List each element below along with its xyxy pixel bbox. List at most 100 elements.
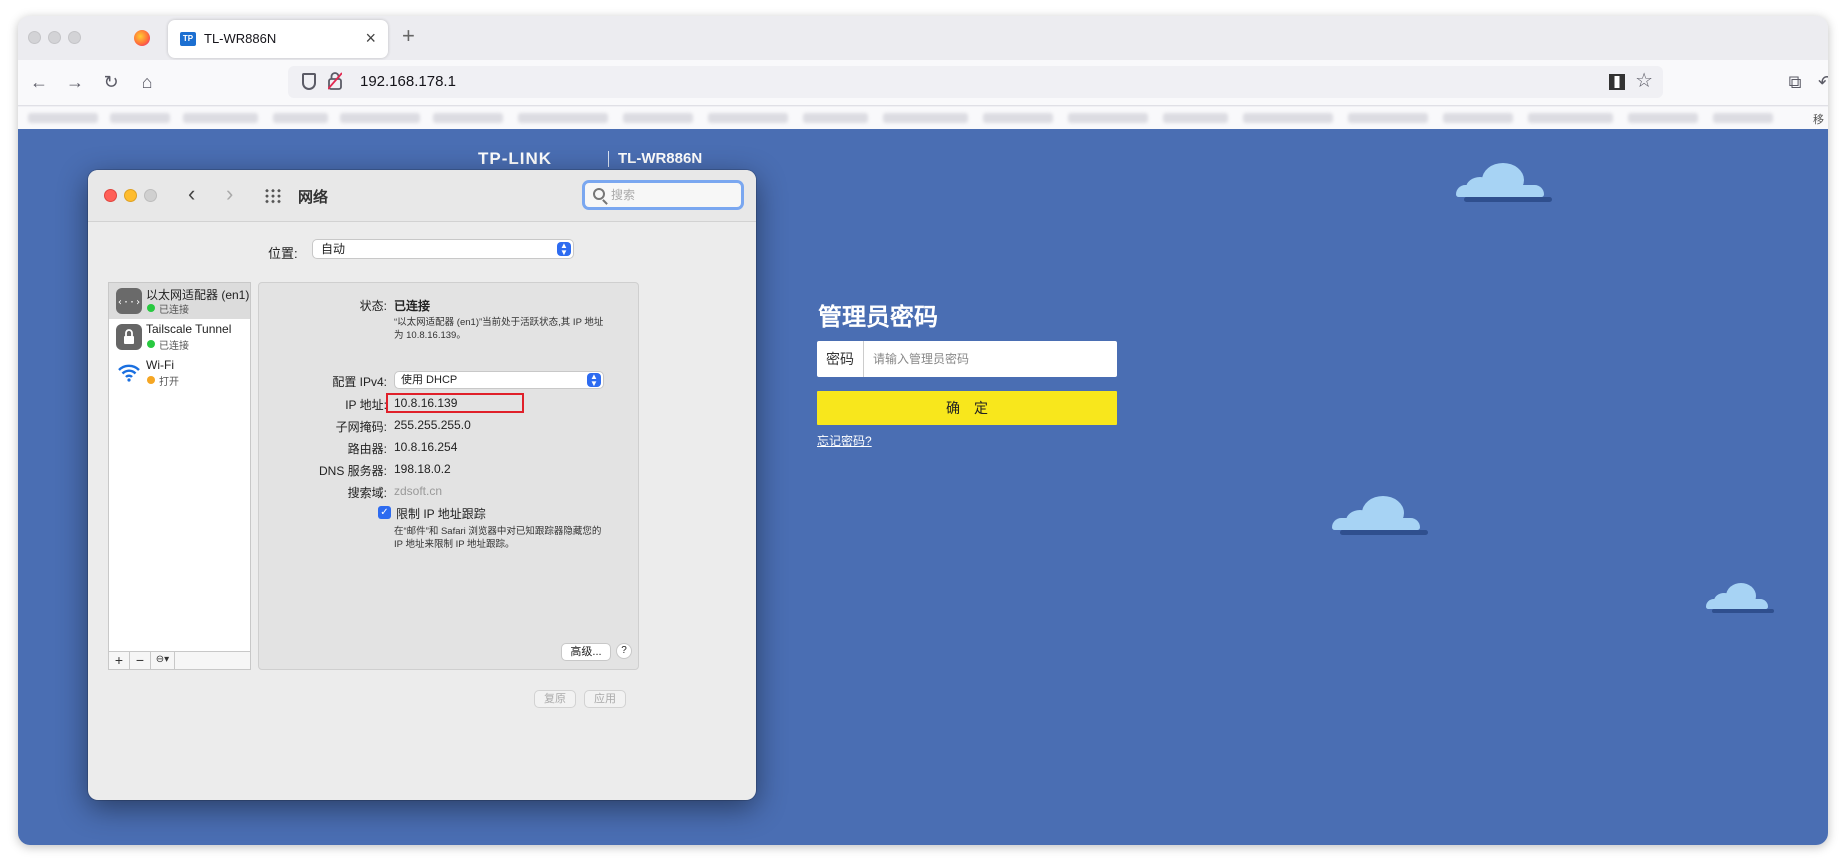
bookmark-item[interactable] — [983, 113, 1053, 123]
forward-icon[interactable]: → — [64, 72, 86, 92]
bookmark-item[interactable] — [1628, 113, 1698, 123]
insecure-lock-icon[interactable] — [328, 72, 342, 90]
service-status: 已连接 — [159, 341, 189, 352]
bookmark-item[interactable] — [708, 113, 788, 123]
subnet-mask-value[interactable]: 255.255.255.0 — [394, 418, 471, 432]
services-toolbar: + − ⊖▾ — [108, 652, 251, 670]
close-window-button[interactable] — [104, 189, 117, 202]
help-button[interactable]: ? — [616, 643, 632, 659]
advanced-button[interactable]: 高级... — [561, 643, 611, 661]
add-service-button[interactable]: + — [109, 652, 130, 669]
reload-icon[interactable]: ↻ — [100, 72, 122, 92]
network-window-title: 网络 — [298, 189, 329, 206]
search-icon — [593, 188, 605, 200]
service-name: Wi-Fi — [146, 358, 174, 372]
admin-password-input[interactable] — [865, 341, 1115, 377]
subnet-mask-label: 子网掩码: — [335, 420, 387, 434]
limit-ip-tracking-checkbox[interactable]: ✓ — [378, 506, 391, 519]
navigation-bar: ← → ↻ ⌂ 192.168.178.1 ☆ ⧉ ↶ — [18, 60, 1828, 106]
back-icon[interactable]: ← — [28, 72, 50, 92]
show-all-grid-icon[interactable] — [264, 188, 282, 204]
firefox-icon[interactable] — [134, 30, 150, 46]
service-detail-pane: 状态: 已连接 “以太网适配器 (en1)”当前处于活跃状态,其 IP 地址为 … — [258, 282, 639, 670]
tab-title: TL-WR886N — [204, 31, 277, 46]
bookmark-item[interactable] — [1713, 113, 1773, 123]
bookmark-item[interactable] — [1348, 113, 1428, 123]
status-label: 状态: — [359, 299, 387, 313]
logo-divider — [608, 151, 609, 167]
search-domain-value[interactable]: zdsoft.cn — [394, 484, 442, 498]
status-value: 已连接 — [394, 299, 431, 313]
bookmark-item[interactable] — [433, 113, 503, 123]
bookmark-item[interactable] — [28, 113, 98, 123]
bookmark-item[interactable] — [1243, 113, 1333, 123]
svg-text:‹··›: ‹··› — [117, 297, 141, 308]
apply-button[interactable]: 应用 — [584, 690, 626, 708]
network-preferences-window: ‹ › 网络 位置: 自动 ▲▼ ‹··› 以太网适配器 (en1) 已连接 T… — [88, 170, 756, 800]
bookmark-item[interactable] — [340, 113, 420, 123]
screenshot-crop-icon[interactable]: ⧉ — [1784, 72, 1806, 92]
service-name: Tailscale Tunnel — [146, 322, 232, 336]
router-value[interactable]: 10.8.16.254 — [394, 440, 457, 454]
remove-service-button[interactable]: − — [130, 652, 151, 669]
bookmark-item[interactable] — [623, 113, 693, 123]
confirm-button[interactable]: 确定 — [817, 391, 1117, 425]
forgot-password-link[interactable]: 忘记密码? — [817, 432, 872, 449]
tp-link-logo: TP-LINK — [478, 149, 553, 168]
bookmark-item[interactable] — [110, 113, 170, 123]
bookmark-item[interactable] — [273, 113, 328, 123]
zoom-window-button[interactable] — [144, 189, 157, 202]
bookmark-item[interactable] — [803, 113, 868, 123]
service-item-tailscale[interactable]: Tailscale Tunnel 已连接 — [109, 319, 250, 355]
tp-link-favicon-icon: TP — [180, 32, 196, 46]
status-dot-green — [147, 340, 155, 348]
bookmark-star-icon[interactable]: ☆ — [1635, 70, 1653, 92]
configure-ipv4-value: 使用 DHCP — [401, 374, 458, 386]
minimize-window-button[interactable] — [124, 189, 137, 202]
tab-tl-wr886n[interactable]: TP TL-WR886N × — [168, 20, 388, 58]
select-stepper-icon: ▲ ▼ — [587, 373, 601, 388]
search-field[interactable] — [582, 180, 744, 210]
shield-icon[interactable] — [302, 73, 316, 90]
cloud-decoration — [1706, 581, 1776, 615]
window-minimize-button[interactable] — [48, 31, 61, 44]
revert-button[interactable]: 复原 — [534, 690, 576, 708]
lock-icon — [116, 324, 142, 350]
window-close-button[interactable] — [28, 31, 41, 44]
url-text[interactable]: 192.168.178.1 — [360, 73, 456, 90]
bookmark-item[interactable] — [183, 113, 258, 123]
bookmarks-overflow[interactable]: 移 — [1813, 111, 1824, 127]
bookmark-item[interactable] — [1068, 113, 1148, 123]
ip-address-label: IP 地址: — [345, 398, 387, 412]
configure-ipv4-label: 配置 IPv4: — [332, 375, 387, 389]
password-field-group: 密码 — [817, 341, 1117, 377]
bookmark-item[interactable] — [1163, 113, 1228, 123]
chevron-left-icon[interactable]: ‹ — [188, 182, 195, 206]
configure-ipv4-select[interactable]: 使用 DHCP ▲ ▼ — [394, 371, 604, 389]
qr-code-icon[interactable] — [1609, 74, 1625, 90]
network-window-titlebar: ‹ › 网络 — [88, 170, 756, 222]
highlight-box — [386, 393, 524, 413]
location-select[interactable]: 自动 ▲ ▼ — [312, 239, 574, 259]
home-icon[interactable]: ⌂ — [136, 72, 158, 92]
wifi-icon — [116, 360, 142, 386]
tab-close-icon[interactable]: × — [365, 28, 376, 48]
window-zoom-button[interactable] — [68, 31, 81, 44]
dns-server-value[interactable]: 198.18.0.2 — [394, 462, 451, 476]
chevron-right-icon[interactable]: › — [226, 182, 233, 206]
undo-icon[interactable]: ↶ — [1818, 72, 1828, 92]
router-model: TL-WR886N — [618, 150, 703, 167]
service-actions-menu[interactable]: ⊖▾ — [151, 652, 175, 669]
location-value: 自动 — [321, 242, 346, 256]
bookmark-item[interactable] — [1443, 113, 1513, 123]
service-item-ethernet[interactable]: ‹··› 以太网适配器 (en1) 已连接 — [109, 283, 250, 319]
new-tab-button[interactable]: + — [402, 24, 415, 48]
bookmark-item[interactable] — [883, 113, 968, 123]
bookmark-item[interactable] — [518, 113, 608, 123]
service-item-wifi[interactable]: Wi-Fi 打开 — [109, 355, 250, 391]
limit-ip-tracking-label[interactable]: 限制 IP 地址跟踪 — [396, 505, 486, 522]
url-bar[interactable]: 192.168.178.1 ☆ — [288, 66, 1663, 98]
bookmark-item[interactable] — [1528, 113, 1613, 123]
bookmarks-toolbar: 移 — [18, 107, 1828, 129]
search-input[interactable] — [611, 186, 736, 204]
